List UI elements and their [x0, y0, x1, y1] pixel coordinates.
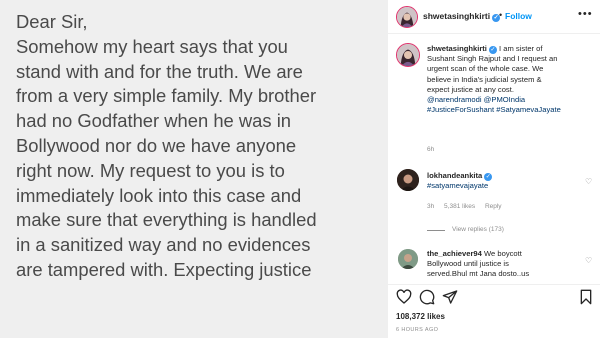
letter-line: immediately look into this case and [16, 184, 302, 206]
caption-first-line: shwetasinghkirti ✓ I am sister of [427, 44, 595, 54]
letter-line: right now. My request to you is to [16, 159, 285, 181]
caption-time[interactable]: 6h [427, 146, 434, 153]
comment-like-icon[interactable]: ♡ [585, 177, 592, 186]
more-icon[interactable]: ••• [578, 8, 593, 20]
profile-photo-icon [397, 169, 419, 191]
profile-photo-icon [397, 44, 419, 66]
avatar[interactable] [396, 6, 418, 28]
comment: the_achiever94 We boycott Bollywood unti… [427, 249, 587, 279]
letter-line: make sure that everything is handled [16, 209, 317, 231]
comment-line: Bollywood until justice is [427, 259, 509, 268]
comment-avatar[interactable] [398, 249, 418, 269]
view-replies-button[interactable]: View replies (173) [452, 226, 504, 233]
caption-username[interactable]: shwetasinghkirti [427, 44, 487, 53]
comment-username[interactable]: lokhandeankita [427, 171, 482, 180]
comment-line: served.Bhul mt Jana dosto..us [427, 269, 530, 278]
header-username[interactable]: shwetasinghkirti ✓ [423, 11, 501, 22]
header-username-text[interactable]: shwetasinghkirti [423, 11, 490, 21]
caption-line: believe in India's judicial system & [427, 74, 542, 84]
comment-text[interactable]: #satyamevajayate [427, 181, 488, 190]
caption-hashtags[interactable]: #JusticeForSushant #SatyamevaJayate [427, 105, 595, 115]
verified-badge-icon: ✓ [484, 173, 493, 181]
letter-line: Dear Sir, [16, 11, 88, 32]
caption-line: urgent scan of the whole case. We [427, 64, 544, 74]
letter-text: Dear Sir, Somehow my heart says that you… [16, 10, 384, 283]
comment-username[interactable]: the_achiever94 [427, 249, 482, 258]
comment-first-line: the_achiever94 We boycott [427, 249, 587, 259]
letter-line: Somehow my heart says that you [16, 35, 288, 57]
letter-line: are tampered with. Expecting justice [16, 258, 312, 280]
reply-divider [427, 230, 445, 231]
post-side-panel: shwetasinghkirti ✓ • Follow ••• shwetasin… [387, 0, 600, 338]
bookmark-icon[interactable] [578, 289, 594, 305]
heart-icon[interactable] [396, 289, 412, 305]
caption-avatar[interactable] [396, 43, 420, 67]
profile-photo-icon [398, 249, 418, 269]
post-header: shwetasinghkirti ✓ • Follow ••• [388, 0, 600, 34]
post-image[interactable]: Dear Sir, Somehow my heart says that you… [0, 0, 387, 338]
letter-line: Bollywood nor do we have anyone [16, 134, 297, 156]
header-separator: • [499, 10, 503, 20]
letter-line: stand with and for the truth. We are [16, 60, 303, 82]
caption-line: expect justice at any cost. [427, 84, 514, 94]
likes-count[interactable]: 108,372 likes [396, 312, 445, 321]
caption-line: Sushant Singh Rajput and I request an [427, 54, 558, 64]
comment-meta: 3h 5,381 likes Reply [427, 203, 510, 210]
comment-likes[interactable]: 5,381 likes [444, 203, 475, 210]
comment-avatar[interactable] [397, 169, 419, 191]
caption-text: I am sister of [499, 44, 543, 53]
comment-text: We boycott [484, 249, 522, 258]
letter-line: in a sanitized way and no evidences [16, 234, 311, 256]
post-caption: shwetasinghkirti ✓ I am sister of Sushant… [427, 44, 595, 115]
follow-button[interactable]: Follow [505, 11, 532, 21]
letter-line: had no Godfather when he was in [16, 110, 292, 132]
comment: lokhandeankita ✓ #satyamevajayate [427, 171, 493, 191]
comment-icon[interactable] [419, 289, 435, 305]
caption-mentions[interactable]: @narendramodi @PMOIndia [427, 95, 595, 105]
reply-button[interactable]: Reply [485, 203, 502, 210]
post-timestamp[interactable]: 6 HOURS AGO [396, 327, 438, 333]
comment-time[interactable]: 3h [427, 203, 434, 210]
letter-line: from a very simple family. My brother [16, 85, 317, 107]
share-icon[interactable] [442, 289, 458, 305]
verified-badge-icon: ✓ [488, 46, 497, 54]
profile-photo-icon [397, 7, 417, 27]
comment-like-icon[interactable]: ♡ [585, 256, 592, 265]
action-bar [388, 284, 600, 306]
